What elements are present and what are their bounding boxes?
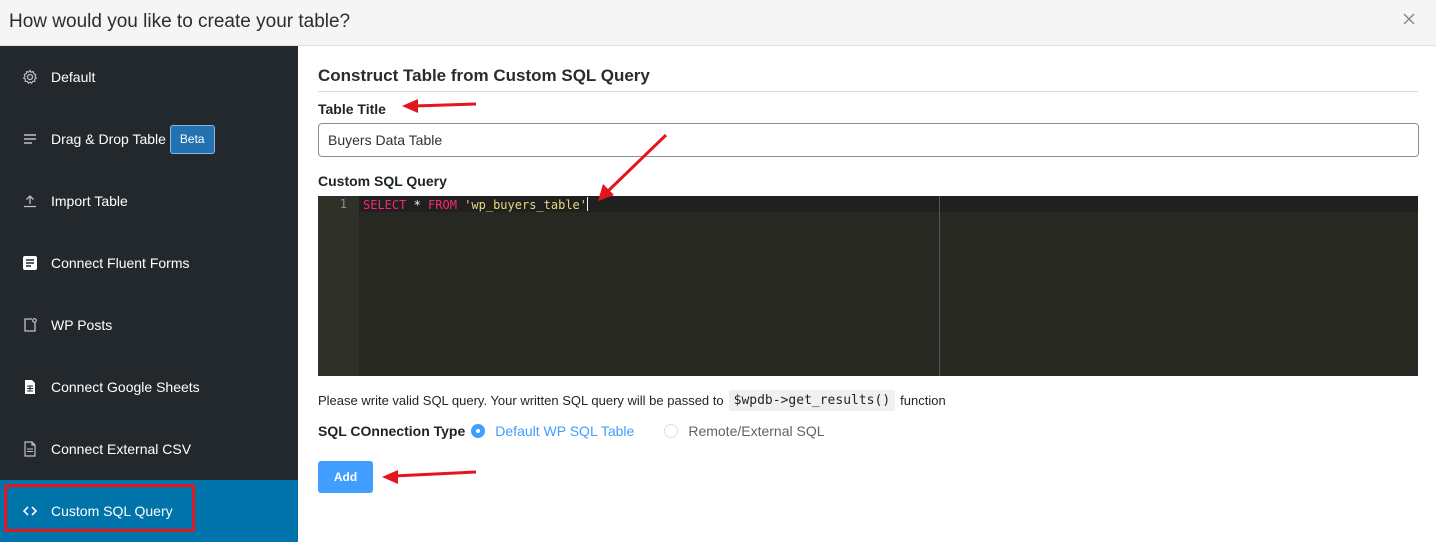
post-icon: [21, 316, 39, 334]
close-icon[interactable]: [1402, 12, 1416, 26]
sidebar-item-connect-external-csv[interactable]: Connect External CSV: [0, 418, 298, 480]
sidebar-item-import-table[interactable]: Import Table: [0, 170, 298, 232]
print-margin: [939, 196, 940, 376]
connection-type-label: SQL COnnection Type: [318, 423, 466, 439]
upload-icon: [21, 192, 39, 210]
sidebar-item-drag-drop-table[interactable]: Drag & Drop Table Beta: [0, 108, 298, 170]
code-line: SELECT * FROM 'wp_buyers_table': [363, 197, 589, 212]
sidebar-item-label: Connect External CSV: [51, 441, 192, 457]
help-code: $wpdb->get_results(): [728, 390, 896, 411]
sql-query-label: Custom SQL Query: [318, 173, 447, 189]
sql-operator: *: [406, 198, 429, 212]
connection-type-row: SQL COnnection Type Default WP SQL Table…: [318, 423, 825, 439]
modal-header: How would you like to create your table?: [0, 0, 1436, 46]
modal-title: How would you like to create your table?: [9, 11, 351, 32]
hamburger-list-icon: [21, 130, 39, 148]
option-default-wp-sql-table[interactable]: Default WP SQL Table: [495, 423, 634, 439]
sidebar-item-label: Default: [51, 69, 96, 85]
code-brackets-icon: [21, 502, 39, 520]
sidebar: Default Drag & Drop Table Beta Import Ta…: [0, 46, 298, 542]
help-text-after: function: [900, 393, 946, 408]
sql-keyword: FROM: [428, 198, 457, 212]
section-title: Construct Table from Custom SQL Query: [318, 66, 650, 85]
spreadsheet-icon: [21, 378, 39, 396]
sidebar-item-label: Drag & Drop Table: [51, 131, 166, 147]
help-text: Please write valid SQL query. Your writt…: [318, 390, 946, 411]
sql-string: 'wp_buyers_table': [464, 198, 588, 212]
sidebar-item-label: WP Posts: [51, 317, 113, 333]
sidebar-item-label: Custom SQL Query: [51, 503, 173, 519]
editor-gutter: [318, 196, 359, 376]
text-cursor: [587, 197, 589, 211]
sidebar-item-label: Connect Google Sheets: [51, 379, 200, 395]
beta-badge: Beta: [169, 124, 215, 154]
document-icon: [21, 440, 39, 458]
sidebar-item-connect-fluent-forms[interactable]: Connect Fluent Forms: [0, 232, 298, 294]
sidebar-item-wp-posts[interactable]: WP Posts: [0, 294, 298, 356]
line-number: 1: [339, 197, 347, 211]
divider: [318, 91, 1418, 92]
sidebar-item-label: Connect Fluent Forms: [51, 255, 190, 271]
gear-icon: [21, 68, 39, 86]
sidebar-item-default[interactable]: Default: [0, 46, 298, 108]
sql-code-editor[interactable]: 1 SELECT * FROM 'wp_buyers_table': [318, 196, 1418, 376]
main-panel: Construct Table from Custom SQL Query Ta…: [298, 46, 1436, 542]
sidebar-item-label: Import Table: [51, 193, 128, 209]
table-title-input[interactable]: [318, 123, 1419, 157]
help-text-before: Please write valid SQL query. Your writt…: [318, 393, 724, 408]
form-icon: [21, 254, 39, 272]
sidebar-item-custom-sql-query[interactable]: Custom SQL Query: [0, 480, 298, 542]
add-button[interactable]: Add: [318, 461, 373, 493]
radio-remote-external-sql[interactable]: [664, 424, 679, 438]
option-remote-external-sql[interactable]: Remote/External SQL: [688, 423, 824, 439]
radio-default-wp-sql[interactable]: [471, 424, 486, 438]
sidebar-item-connect-google-sheets[interactable]: Connect Google Sheets: [0, 356, 298, 418]
sql-keyword: SELECT: [363, 198, 407, 212]
table-title-label: Table Title: [318, 101, 386, 117]
